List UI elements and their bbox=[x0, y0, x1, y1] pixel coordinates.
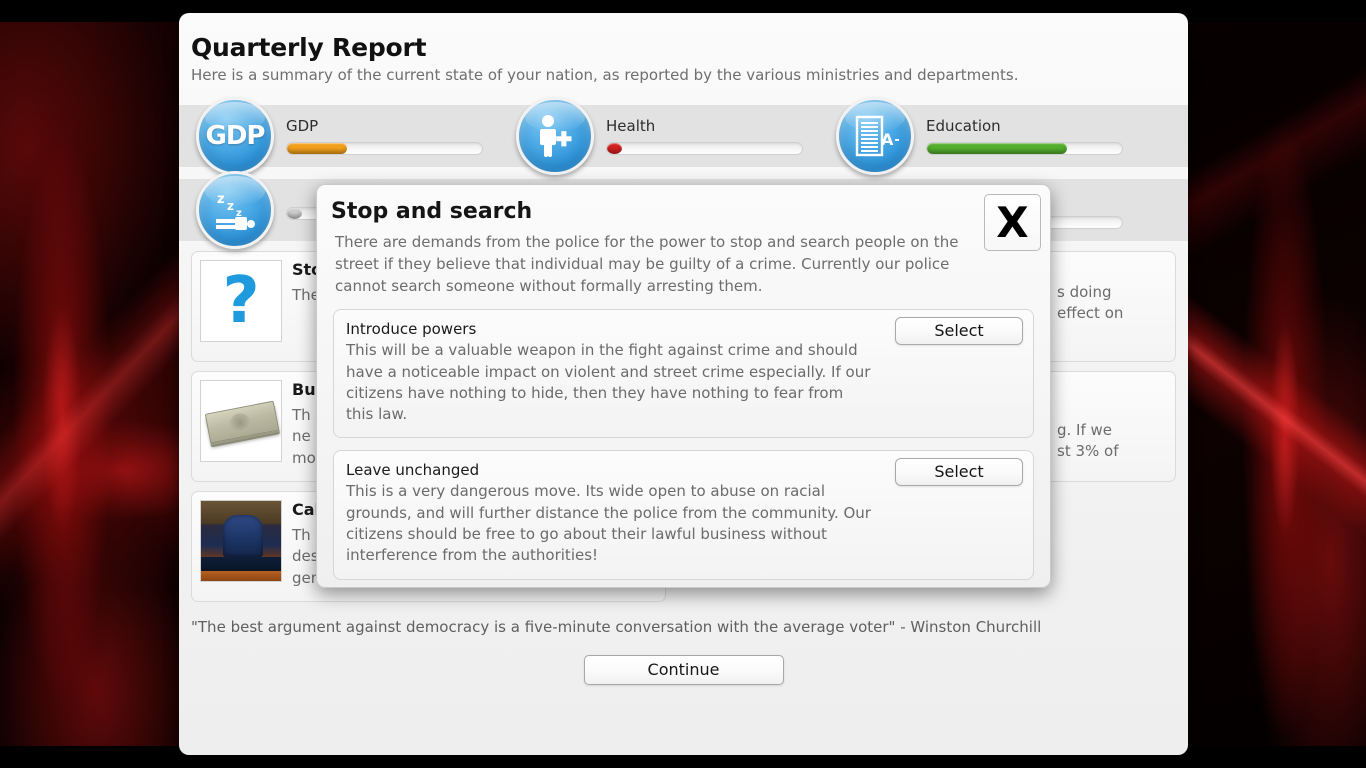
page-subtitle: Here is a summary of the current state o… bbox=[191, 66, 1019, 84]
stat-health-body: Health bbox=[606, 117, 819, 155]
event-text-right: s doing effect on bbox=[1057, 283, 1124, 323]
page-title: Quarterly Report bbox=[191, 33, 427, 62]
stat-gdp[interactable]: GDP GDP bbox=[179, 97, 499, 175]
option-introduce-powers[interactable]: Select Introduce powers This will be a v… bbox=[333, 309, 1034, 439]
svg-text:A+: A+ bbox=[881, 130, 899, 149]
stat-gdp-body: GDP bbox=[286, 117, 499, 155]
svg-text:z: z bbox=[227, 199, 234, 213]
gdp-icon: GDP bbox=[196, 97, 274, 175]
continue-row: Continue bbox=[179, 636, 1188, 685]
select-button-introduce-powers[interactable]: Select bbox=[895, 317, 1023, 346]
stats-row-primary: GDP GDP Health A Education bbox=[179, 97, 1188, 175]
close-icon[interactable]: X bbox=[984, 194, 1041, 251]
option-description: This will be a valuable weapon in the fi… bbox=[346, 341, 871, 424]
event-body-right: s doing effect on bbox=[1057, 282, 1167, 353]
stat-education-bar-fill bbox=[927, 143, 1068, 154]
continue-button[interactable]: Continue bbox=[583, 655, 784, 685]
option-leave-unchanged[interactable]: Select Leave unchanged This is a very da… bbox=[333, 450, 1034, 580]
stat-education-label: Education bbox=[926, 117, 1001, 135]
stat-health-bar-track bbox=[606, 142, 803, 155]
event-text-right: g. If we st 3% of bbox=[1057, 421, 1119, 461]
stat-health[interactable]: Health bbox=[499, 97, 819, 175]
stat-unemployment-bar-fill bbox=[287, 208, 302, 219]
education-icon: A+ bbox=[836, 97, 914, 175]
svg-text:z: z bbox=[217, 192, 225, 207]
stat-health-bar-fill bbox=[607, 143, 622, 154]
stat-education-bar-track bbox=[926, 142, 1123, 155]
footer-quote: "The best argument against democracy is … bbox=[191, 618, 1042, 636]
stat-gdp-bar-fill bbox=[287, 143, 348, 154]
cabinet-chair-icon bbox=[200, 500, 282, 582]
gdp-icon-label: GDP bbox=[205, 121, 266, 151]
desktop-background: Quarterly Report Here is a summary of th… bbox=[0, 0, 1366, 768]
question-mark-icon: ? bbox=[200, 260, 282, 342]
stat-education[interactable]: A+ Education bbox=[819, 97, 1139, 175]
stat-gdp-bar-track bbox=[286, 142, 483, 155]
money-stack-image bbox=[201, 381, 281, 461]
select-button-leave-unchanged[interactable]: Select bbox=[895, 458, 1023, 487]
unemployment-icon: z z z bbox=[196, 171, 274, 249]
cabinet-chair-image bbox=[201, 501, 281, 581]
event-body-right: g. If we st 3% of bbox=[1057, 420, 1167, 473]
stat-gdp-label: GDP bbox=[286, 117, 319, 135]
stop-and-search-dialog: X Stop and search There are demands from… bbox=[316, 184, 1051, 588]
money-stack-icon bbox=[200, 380, 282, 462]
stat-health-label: Health bbox=[606, 117, 656, 135]
health-icon bbox=[516, 97, 594, 175]
dialog-description: There are demands from the police for th… bbox=[335, 233, 959, 295]
dialog-options: Select Introduce powers This will be a v… bbox=[317, 297, 1050, 580]
option-description: This is a very dangerous move. Its wide … bbox=[346, 482, 871, 565]
stat-education-body: Education bbox=[926, 117, 1139, 155]
dialog-title: Stop and search bbox=[331, 199, 533, 224]
question-mark-glyph: ? bbox=[222, 264, 260, 338]
